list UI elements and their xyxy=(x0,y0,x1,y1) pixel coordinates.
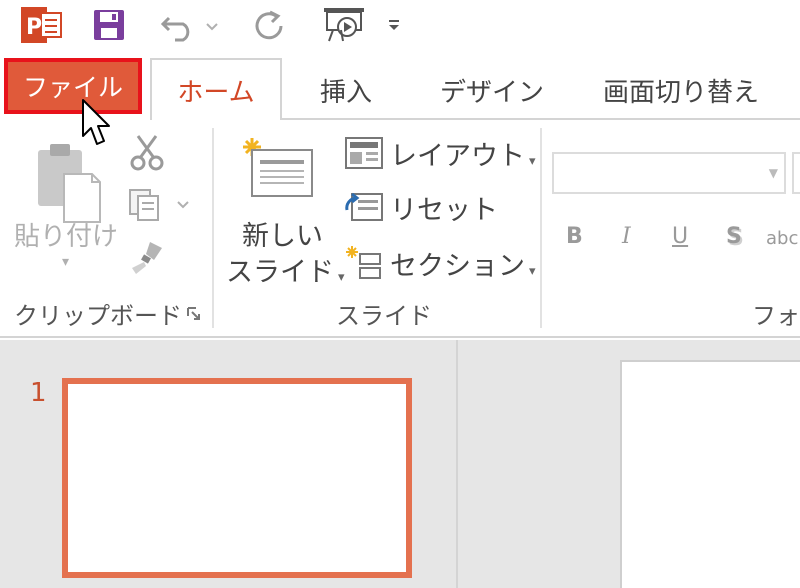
save-icon xyxy=(94,10,124,40)
clipboard-icon xyxy=(38,144,101,223)
cut-button[interactable] xyxy=(128,132,166,176)
copy-button[interactable] xyxy=(126,188,190,226)
slide-thumbnails-pane: 1 xyxy=(0,340,458,588)
mouse-pointer-icon xyxy=(80,98,114,148)
tab-transitions[interactable]: 画面切り替え xyxy=(586,60,776,120)
paste-button[interactable] xyxy=(34,138,106,228)
chevron-down-icon[interactable]: ▼ xyxy=(769,166,778,180)
paste-dropdown-arrow[interactable]: ▾ xyxy=(62,254,69,270)
new-slide-icon xyxy=(243,138,313,197)
slides-group-label: スライド xyxy=(336,302,432,330)
new-slide-label-line2[interactable]: スライド ▾ xyxy=(226,250,345,289)
tab-design[interactable]: デザイン xyxy=(422,60,562,120)
quick-access-toolbar: P xyxy=(0,0,800,56)
save-button[interactable] xyxy=(88,0,130,50)
format-painter-button[interactable] xyxy=(128,238,168,282)
underline-button[interactable]: U xyxy=(672,224,688,249)
tab-insert[interactable]: 挿入 xyxy=(294,60,398,120)
group-divider xyxy=(212,128,214,328)
font-name-combobox[interactable]: ▼ xyxy=(552,152,786,194)
italic-button[interactable]: I xyxy=(622,224,631,249)
new-slide-label-line1[interactable]: 新しい xyxy=(242,214,323,253)
section-icon xyxy=(344,244,384,284)
layout-icon xyxy=(344,136,384,174)
undo-icon xyxy=(161,16,218,42)
ribbon-tabs: ファイル ホーム 挿入 デザイン 画面切り替え xyxy=(0,56,800,120)
group-divider xyxy=(540,128,542,328)
layout-dropdown-arrow: ▾ xyxy=(529,154,536,169)
work-area: 1 xyxy=(0,340,800,588)
slide-thumbnail[interactable] xyxy=(62,378,412,578)
bold-button[interactable]: B xyxy=(566,224,583,249)
new-slide-text: スライド xyxy=(226,257,334,288)
format-painter-icon xyxy=(132,242,162,274)
reset-button[interactable]: リセット xyxy=(390,188,498,227)
clipboard-group-label: クリップボード xyxy=(14,302,182,330)
redo-icon xyxy=(255,10,283,40)
layout-button[interactable]: レイアウト ▾ xyxy=(390,134,536,173)
ribbon-home: 貼り付け ▾ クリップボード 新しい スライド ▾ レイアウト ▾ リセット セ… xyxy=(0,120,800,338)
copy-icon xyxy=(129,189,189,221)
scissors-icon xyxy=(130,135,164,171)
slideshow-from-beginning-icon xyxy=(324,8,364,42)
powerpoint-icon: P xyxy=(16,0,66,50)
customize-icon xyxy=(389,20,399,30)
font-size-combobox[interactable] xyxy=(792,152,800,194)
new-slide-button[interactable] xyxy=(238,136,316,206)
strikethrough-button[interactable]: abc xyxy=(766,228,798,249)
section-label: セクション xyxy=(390,251,525,282)
paste-label: 貼り付け xyxy=(14,222,119,252)
reset-icon xyxy=(344,190,384,228)
section-button[interactable]: セクション ▾ xyxy=(390,244,536,283)
section-dropdown-arrow: ▾ xyxy=(529,264,536,279)
undo-button[interactable] xyxy=(156,0,226,50)
slide-number: 1 xyxy=(30,378,47,408)
slide-canvas[interactable] xyxy=(620,360,800,588)
font-group-label: フォン xyxy=(752,302,800,330)
layout-label: レイアウト xyxy=(390,141,525,172)
dialog-launcher-icon xyxy=(187,307,200,320)
clipboard-dialog-launcher[interactable] xyxy=(186,306,202,326)
svg-text:P: P xyxy=(26,15,42,40)
customize-qat-button[interactable] xyxy=(380,0,408,50)
redo-button[interactable] xyxy=(248,0,290,50)
tab-home[interactable]: ホーム xyxy=(150,58,282,120)
shadow-button[interactable]: S xyxy=(726,224,742,249)
slideshow-button[interactable] xyxy=(318,0,370,50)
slide-editor-pane xyxy=(460,340,800,588)
tab-file[interactable]: ファイル xyxy=(4,58,142,114)
